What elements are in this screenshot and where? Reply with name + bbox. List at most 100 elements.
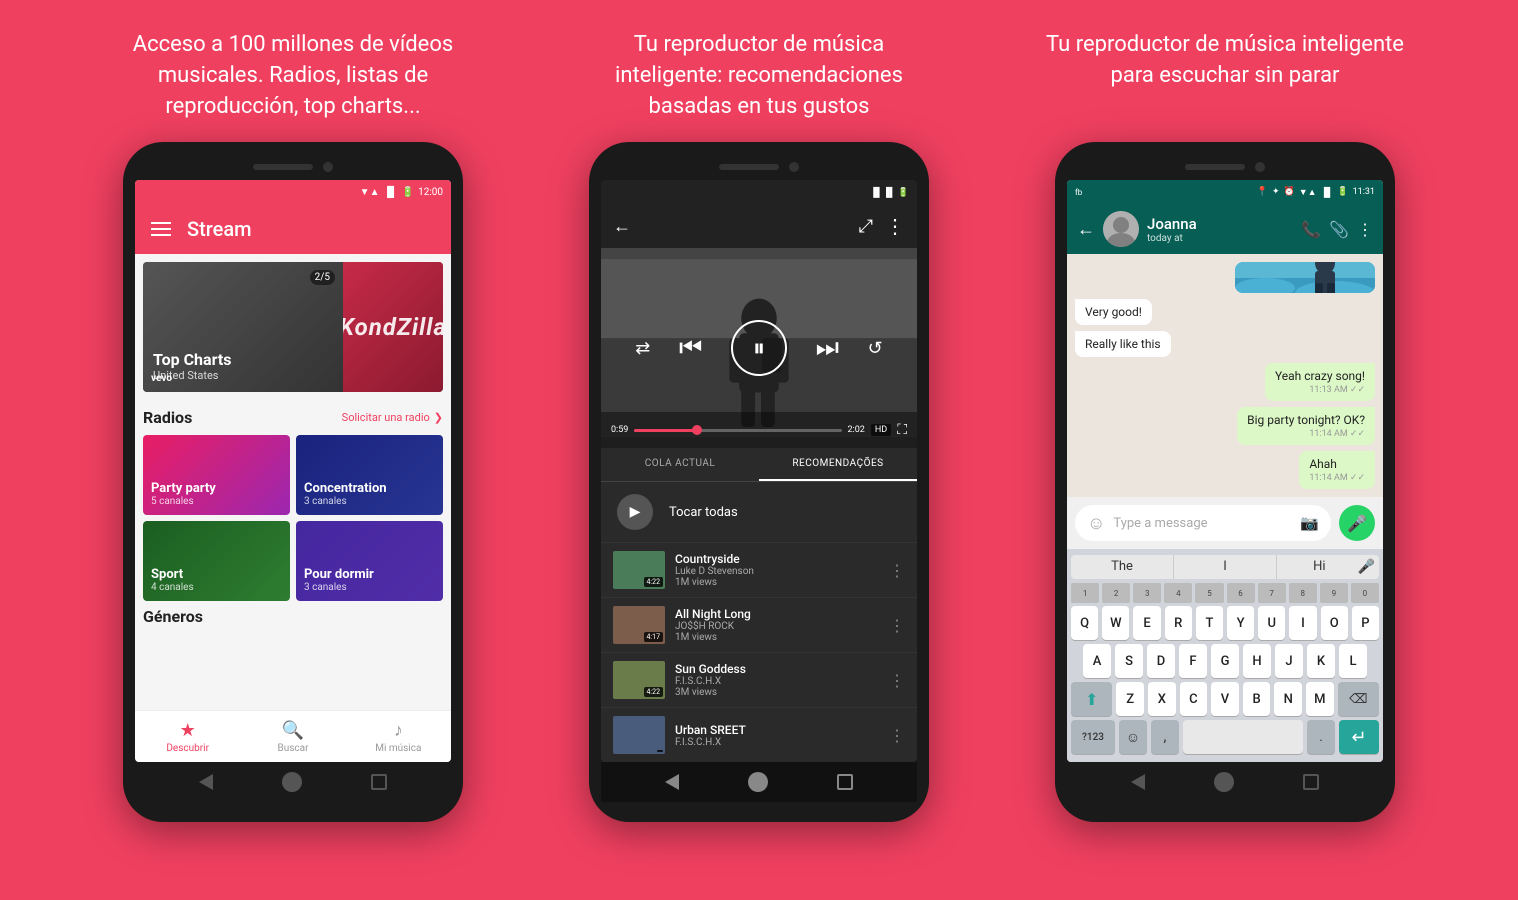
- wa-suggest-0[interactable]: The: [1071, 555, 1174, 579]
- next-btn[interactable]: ⏭: [816, 333, 839, 364]
- wa-camera-btn[interactable]: 📷: [1300, 514, 1319, 532]
- wa-suggest-2[interactable]: Hi 🎤: [1277, 555, 1379, 579]
- track-row-2[interactable]: 4:22 Sun Goddess F.I.S.C.H.X 3M views ⋮: [601, 653, 917, 708]
- key-H[interactable]: H: [1243, 644, 1271, 678]
- wa-bluetooth-icon: ✦: [1272, 187, 1280, 197]
- banner-counter: 2/5: [310, 270, 335, 285]
- mic-suggest-icon[interactable]: 🎤: [1358, 559, 1375, 575]
- wa-call-icon[interactable]: 📞: [1301, 220, 1321, 239]
- key-W[interactable]: W: [1102, 606, 1129, 640]
- menu-icon[interactable]: [151, 222, 171, 236]
- wa-message-input[interactable]: Type a message: [1113, 516, 1292, 531]
- fullscreen-icon[interactable]: ⛶: [897, 422, 907, 438]
- nav-discover[interactable]: ★ Descubrir: [135, 711, 240, 762]
- tab-recomendacoes[interactable]: RECOMENDAÇÕES: [759, 448, 917, 481]
- radio-sport[interactable]: Sport 4 canales: [143, 521, 290, 601]
- key-R[interactable]: R: [1165, 606, 1192, 640]
- nav-search[interactable]: 🔍 Buscar: [240, 711, 345, 762]
- track-row-3[interactable]: Urban SREET F.I.S.C.H.X ⋮: [601, 708, 917, 762]
- track-thumb-3: [613, 716, 665, 754]
- key-E[interactable]: E: [1133, 606, 1160, 640]
- repeat-btn[interactable]: ↺: [868, 338, 883, 359]
- radio-concentration[interactable]: Concentration 3 canales: [296, 435, 443, 515]
- recents-btn-1[interactable]: [371, 774, 387, 790]
- wa-mic-btn[interactable]: 🎤: [1339, 505, 1375, 541]
- play-pause-btn[interactable]: ⏸: [731, 320, 787, 376]
- track-menu-3[interactable]: ⋮: [889, 726, 905, 745]
- home-btn-2[interactable]: [748, 772, 768, 792]
- wa-attach-icon[interactable]: 📎: [1329, 220, 1349, 239]
- wa-msg-text-1: Really like this: [1085, 337, 1161, 351]
- wa-back-btn[interactable]: ←: [1077, 219, 1095, 240]
- back-btn-2[interactable]: [665, 774, 679, 790]
- key-U[interactable]: U: [1258, 606, 1285, 640]
- key-T[interactable]: T: [1196, 606, 1223, 640]
- solicitar-radio-link[interactable]: Solicitar una radio ❯: [342, 411, 443, 424]
- microphone-icon: 🎤: [1347, 514, 1367, 533]
- key-space[interactable]: [1183, 720, 1303, 754]
- key-L[interactable]: L: [1339, 644, 1367, 678]
- key-K[interactable]: K: [1307, 644, 1335, 678]
- key-G[interactable]: G: [1211, 644, 1239, 678]
- player-expand-icon[interactable]: ⤢: [859, 216, 873, 237]
- key-Z[interactable]: Z: [1116, 682, 1144, 716]
- key-D[interactable]: D: [1147, 644, 1175, 678]
- home-btn-1[interactable]: [282, 772, 302, 792]
- key-S[interactable]: S: [1115, 644, 1143, 678]
- key-backspace[interactable]: ⌫: [1338, 682, 1379, 716]
- radio-party[interactable]: Party party 5 canales: [143, 435, 290, 515]
- progress-bar[interactable]: [634, 429, 841, 432]
- track-menu-2[interactable]: ⋮: [889, 671, 905, 690]
- shuffle-btn[interactable]: ⇄: [635, 338, 650, 359]
- recents-btn-3[interactable]: [1303, 774, 1319, 790]
- key-J[interactable]: J: [1275, 644, 1303, 678]
- track-row-0[interactable]: 4:22 Countryside Luke D Stevenson 1M vie…: [601, 543, 917, 598]
- tab-cola-actual[interactable]: COLA ACTUAL: [601, 448, 759, 481]
- key-P[interactable]: P: [1352, 606, 1379, 640]
- radio-dormir[interactable]: Pour dormir 3 canales: [296, 521, 443, 601]
- back-btn-1[interactable]: [199, 774, 213, 790]
- player-back-icon[interactable]: ←: [613, 216, 631, 237]
- wa-msg-time-3: 11:14 AM ✓✓: [1247, 429, 1365, 439]
- recents-btn-2[interactable]: [837, 774, 853, 790]
- track-thumb-2: 4:22: [613, 661, 665, 699]
- player-more-icon[interactable]: ⋮: [885, 214, 905, 238]
- wa-alarm-icon: ⏰: [1284, 187, 1295, 197]
- track-menu-0[interactable]: ⋮: [889, 561, 905, 580]
- nav-my-music[interactable]: ♪ Mi música: [346, 711, 451, 762]
- play-all-row[interactable]: ▶ Tocar todas: [601, 482, 917, 543]
- key-period[interactable]: .: [1307, 720, 1335, 754]
- key-Y[interactable]: Y: [1227, 606, 1254, 640]
- key-O[interactable]: O: [1321, 606, 1348, 640]
- key-B[interactable]: B: [1243, 682, 1271, 716]
- wa-suggest-1[interactable]: I: [1174, 555, 1277, 579]
- wa-msg-sent-0: Yeah crazy song! 11:13 AM ✓✓: [1265, 363, 1375, 401]
- key-shift[interactable]: ⬆: [1071, 682, 1112, 716]
- key-F[interactable]: F: [1179, 644, 1207, 678]
- key-N[interactable]: N: [1274, 682, 1302, 716]
- key-X[interactable]: X: [1148, 682, 1176, 716]
- key-V[interactable]: V: [1211, 682, 1239, 716]
- key-Q[interactable]: Q: [1071, 606, 1098, 640]
- prev-btn[interactable]: ⏮: [679, 333, 702, 364]
- top-charts-banner[interactable]: 2/5 Top Charts United States KondZilla: [143, 262, 443, 392]
- wa-input-box[interactable]: ☺ Type a message 📷: [1075, 505, 1331, 541]
- total-time: 2:02: [848, 425, 865, 435]
- wa-emoji-btn[interactable]: ☺: [1087, 513, 1105, 534]
- phones-row: ▼▲ ▐▌ 🔋 12:00 Stream 2/5: [0, 142, 1518, 900]
- key-A[interactable]: A: [1083, 644, 1111, 678]
- key-enter[interactable]: ↵: [1339, 720, 1379, 754]
- back-btn-3[interactable]: [1131, 774, 1145, 790]
- track-row-1[interactable]: 4:17 All Night Long JO$$H ROCK 1M views …: [601, 598, 917, 653]
- key-num-toggle[interactable]: ?123: [1071, 720, 1115, 754]
- star-icon: ★: [180, 720, 196, 741]
- key-C[interactable]: C: [1180, 682, 1208, 716]
- key-M[interactable]: M: [1306, 682, 1334, 716]
- key-emoji[interactable]: ☺: [1119, 720, 1147, 754]
- home-btn-3[interactable]: [1214, 772, 1234, 792]
- key-comma[interactable]: ,: [1151, 720, 1179, 754]
- phone-3-home-bar: [1067, 762, 1383, 802]
- key-I[interactable]: I: [1289, 606, 1316, 640]
- track-menu-1[interactable]: ⋮: [889, 616, 905, 635]
- wa-more-icon[interactable]: ⋮: [1357, 220, 1373, 239]
